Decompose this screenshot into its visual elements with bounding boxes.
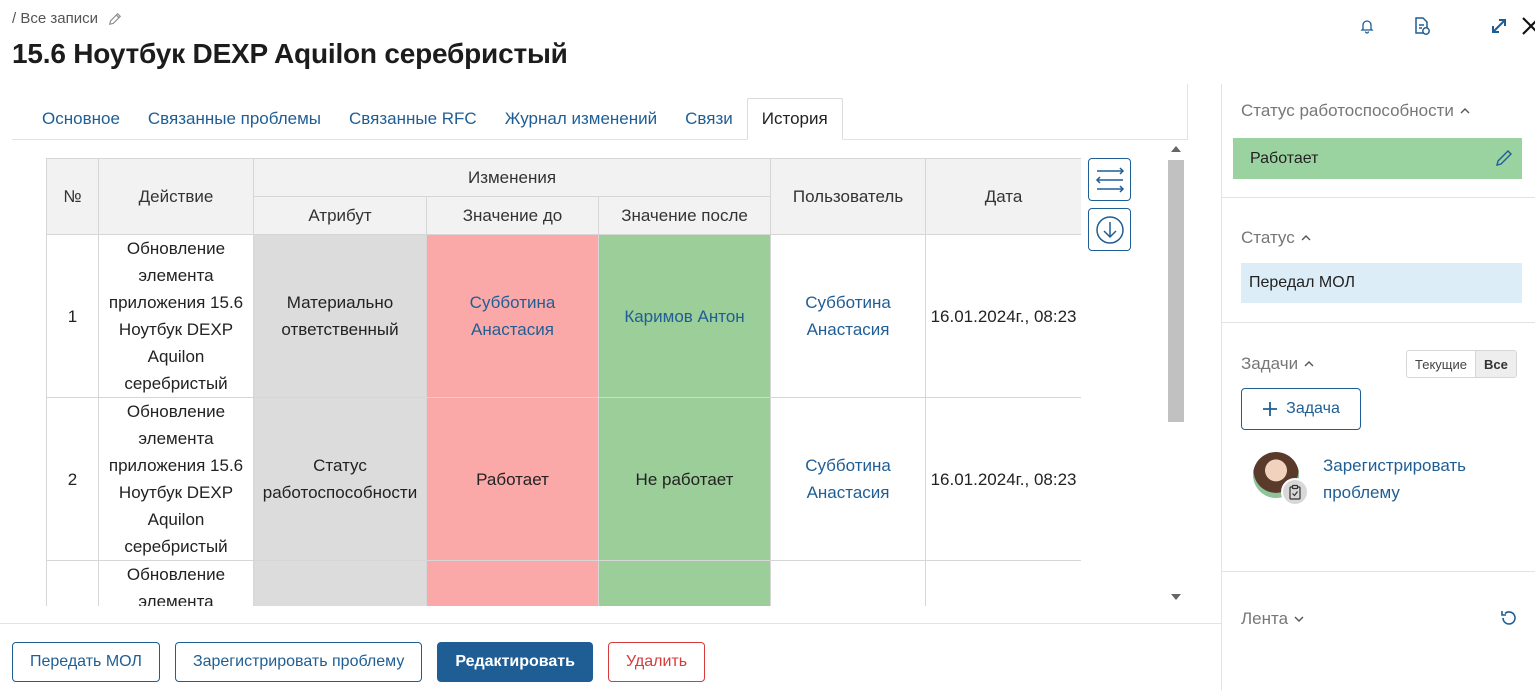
clipboard-icon <box>1281 478 1309 506</box>
tab-links[interactable]: Связи <box>671 98 747 139</box>
divider <box>0 623 1221 624</box>
task-item: Зарегистрировать проблему <box>1253 452 1523 512</box>
health-status-header[interactable]: Статус работоспособности <box>1241 101 1470 121</box>
task-link[interactable]: Зарегистрировать проблему <box>1323 452 1523 506</box>
header-num: № <box>46 158 99 235</box>
pencil-icon[interactable] <box>108 12 122 26</box>
feed-header[interactable]: Лента <box>1241 609 1304 629</box>
header-after: Значение после <box>597 196 772 235</box>
chevron-up-icon <box>1460 108 1470 114</box>
add-task-label: Задача <box>1286 400 1340 417</box>
cell-date: 16.01.2024г., 08:23 <box>925 234 1081 398</box>
cell-date: 16.01.2024г., 08:23 <box>925 397 1081 561</box>
filter-all[interactable]: Все <box>1474 351 1516 377</box>
cell-num <box>46 560 99 606</box>
cell-before <box>426 560 599 606</box>
divider <box>1222 571 1535 572</box>
history-table: № Действие Изменения Пользователь Дата А… <box>46 158 1081 606</box>
cell-num: 1 <box>46 234 99 398</box>
header-user: Пользователь <box>770 158 927 235</box>
cell-num: 2 <box>46 397 99 561</box>
page-title: 15.6 Ноутбук DEXP Aquilon серебристый <box>12 38 568 69</box>
action-bar: Передать МОЛ Зарегистрировать проблему Р… <box>12 642 706 682</box>
right-panel: Статус работоспособности Работает Статус… <box>1221 84 1535 690</box>
bell-icon[interactable] <box>1355 14 1379 38</box>
header-before: Значение до <box>426 196 599 235</box>
arrows-icon <box>1095 166 1124 193</box>
scroll-up-icon[interactable] <box>1171 146 1181 152</box>
close-icon[interactable] <box>1519 14 1535 38</box>
cell-action: Обновление элемента приложения 15.6 Ноут… <box>98 234 254 398</box>
tasks-filter: Текущие Все <box>1406 350 1517 378</box>
scrollbar-thumb[interactable] <box>1168 160 1184 422</box>
table-row: 2 Обновление элемента приложения 15.6 Но… <box>46 397 1081 561</box>
tab-related-problems[interactable]: Связанные проблемы <box>134 98 335 139</box>
divider <box>1222 197 1535 198</box>
health-status-value: Работает <box>1233 138 1522 179</box>
tab-bar: Основное Связанные проблемы Связанные RF… <box>12 98 1187 140</box>
tasks-title: Задачи <box>1241 354 1299 373</box>
cell-action: Обновление элемента <box>98 560 254 606</box>
history-table-container[interactable]: № Действие Изменения Пользователь Дата А… <box>46 158 1081 606</box>
header-action: Действие <box>98 158 254 235</box>
add-task-button[interactable]: Задача <box>1241 388 1361 430</box>
window-controls <box>1295 10 1535 42</box>
status-value: Передал МОЛ <box>1241 263 1522 303</box>
chevron-up-icon <box>1301 235 1311 241</box>
tab-change-log[interactable]: Журнал изменений <box>491 98 671 139</box>
tasks-header[interactable]: Задачи <box>1241 354 1314 374</box>
header-attribute: Атрибут <box>253 196 427 235</box>
delete-button[interactable]: Удалить <box>607 642 706 682</box>
header-date: Дата <box>925 158 1081 235</box>
plus-icon <box>1263 402 1278 416</box>
table-row: 1 Обновление элемента приложения 15.6 Но… <box>46 234 1081 398</box>
status-title: Статус <box>1241 228 1295 247</box>
cell-user <box>770 560 927 606</box>
refresh-icon[interactable] <box>1499 608 1519 628</box>
health-status-title: Статус работоспособности <box>1241 101 1454 120</box>
filter-current[interactable]: Текущие <box>1407 351 1475 377</box>
transfer-mol-button[interactable]: Передать МОЛ <box>12 642 160 682</box>
divider <box>1222 322 1535 323</box>
divider <box>1187 84 1188 140</box>
table-tools <box>1088 158 1131 258</box>
cell-before: Работает <box>426 397 599 561</box>
cell-user-link[interactable]: Субботина Анастасия <box>770 397 927 561</box>
status-header[interactable]: Статус <box>1241 228 1311 248</box>
header-changes: Изменения <box>252 158 772 197</box>
edit-button[interactable]: Редактировать <box>437 642 593 682</box>
cell-after <box>597 560 772 606</box>
chevron-up-icon <box>1304 361 1314 367</box>
cell-attribute: Статус работоспособности <box>253 397 427 561</box>
tab-main[interactable]: Основное <box>12 98 134 139</box>
cell-before-user-link[interactable]: Субботина Анастасия <box>426 234 599 398</box>
expand-icon[interactable] <box>1487 14 1511 38</box>
columns-settings-button[interactable] <box>1088 158 1131 201</box>
cell-action: Обновление элемента приложения 15.6 Ноут… <box>98 397 254 561</box>
register-problem-button[interactable]: Зарегистрировать проблему <box>174 642 423 682</box>
breadcrumb: / Все записи <box>12 10 122 27</box>
table-row: Обновление элемента <box>46 560 1081 606</box>
breadcrumb-all-records[interactable]: / Все записи <box>12 10 98 27</box>
cell-attribute <box>253 560 427 606</box>
cell-user-link[interactable]: Субботина Анастасия <box>770 234 927 398</box>
tab-related-rfc[interactable]: Связанные RFC <box>335 98 491 139</box>
scroll-down-icon[interactable] <box>1171 594 1181 600</box>
health-status-label: Работает <box>1250 149 1319 167</box>
cell-date <box>925 560 1081 606</box>
cell-after: Не работает <box>597 397 772 561</box>
pencil-icon[interactable] <box>1494 148 1514 168</box>
chevron-down-icon <box>1294 616 1304 622</box>
tab-history[interactable]: История <box>746 98 843 140</box>
cell-attribute: Материально ответственный <box>253 234 427 398</box>
table-scrollbar[interactable] <box>1166 142 1186 606</box>
cell-after-user-link[interactable]: Каримов Антон <box>597 234 772 398</box>
arrow-down-circle-icon <box>1095 215 1124 244</box>
download-button[interactable] <box>1088 208 1131 251</box>
document-settings-icon[interactable] <box>1410 14 1434 38</box>
feed-title: Лента <box>1241 609 1289 628</box>
